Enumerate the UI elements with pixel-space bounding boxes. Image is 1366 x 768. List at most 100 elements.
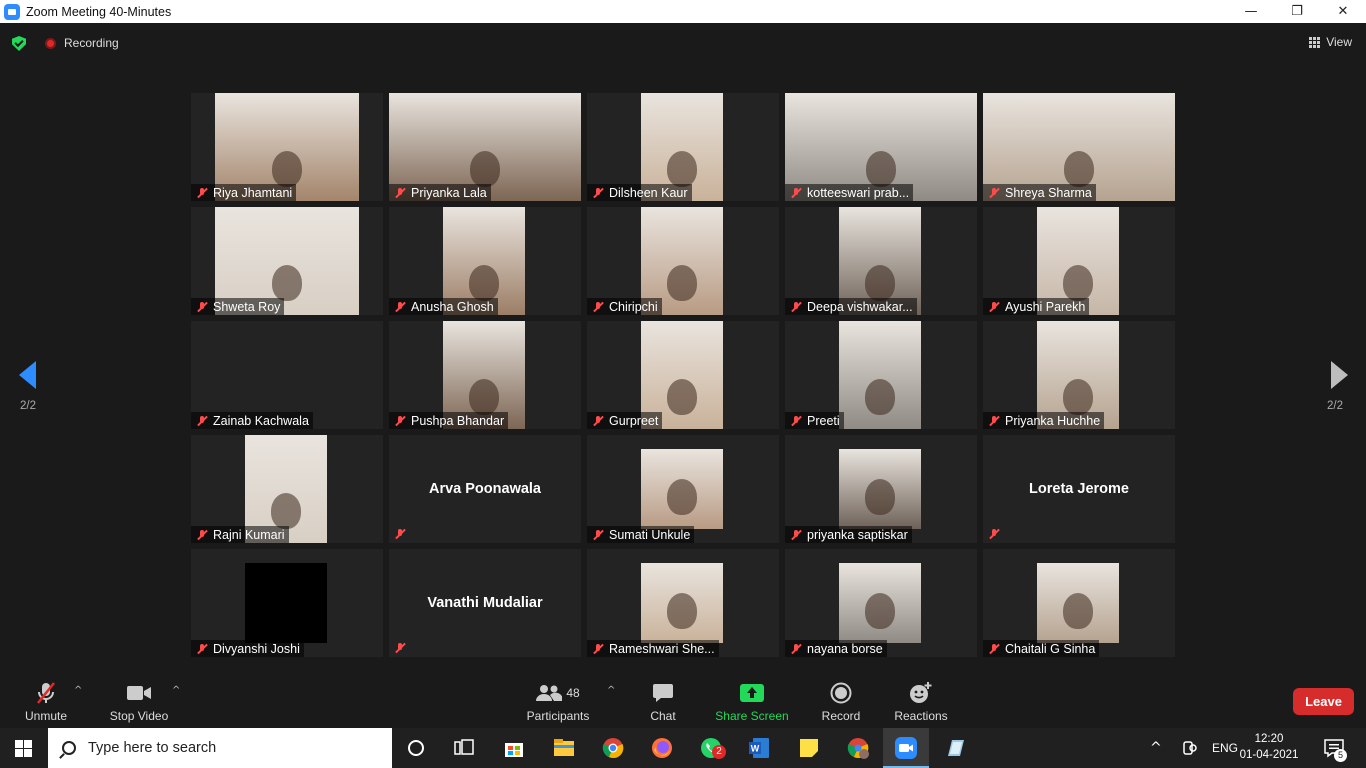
participant-namebar: Shweta Roy — [191, 298, 285, 315]
participant-tile[interactable]: Priyanka Lala — [389, 93, 581, 201]
close-button[interactable]: ✕ — [1320, 0, 1366, 23]
participant-name: kotteeswari prab... — [807, 185, 910, 200]
participant-tile[interactable]: Chiripchi — [587, 207, 779, 315]
participant-tile[interactable]: Pushpa Bhandar — [389, 321, 581, 429]
show-hidden-icons-caret[interactable]: ^ — [1150, 728, 1162, 768]
window-titlebar: Zoom Meeting 40-Minutes — ❐ ✕ — [0, 0, 1366, 23]
participant-name: Chiripchi — [609, 299, 658, 314]
muted-mic-icon — [394, 415, 406, 427]
next-page-arrow-icon[interactable] — [1331, 361, 1348, 389]
person-silhouette — [865, 479, 895, 515]
participants-button[interactable]: 48 Participants — [524, 675, 592, 728]
meet-now-icon[interactable] — [1180, 738, 1200, 758]
participant-video — [1037, 563, 1119, 643]
video-options-caret-icon[interactable]: ^ — [172, 685, 180, 696]
app-generic-icon[interactable] — [944, 736, 968, 760]
zoom-app-icon — [4, 3, 20, 20]
search-icon — [62, 741, 76, 755]
firefox-icon[interactable] — [650, 736, 674, 760]
person-silhouette — [1063, 593, 1093, 629]
windows-start-icon[interactable] — [15, 740, 32, 757]
zoom-taskbar-icon[interactable] — [894, 736, 918, 760]
participants-options-caret-icon[interactable]: ^ — [607, 685, 615, 696]
person-silhouette — [271, 493, 301, 529]
participant-tile[interactable]: Arva Poonawala — [389, 435, 581, 543]
muted-mic-icon — [790, 187, 802, 199]
taskbar-clock[interactable]: 12:20 01-04-2021 — [1238, 731, 1300, 763]
participant-tile[interactable]: Gurpreet — [587, 321, 779, 429]
grid-icon — [1309, 36, 1321, 48]
participant-tile[interactable]: Rajni Kumari — [191, 435, 383, 543]
chat-button[interactable]: Chat — [640, 675, 686, 728]
muted-mic-icon — [196, 643, 208, 655]
reactions-button[interactable]: Reactions — [892, 675, 950, 728]
participant-tile[interactable]: Sumati Unkule — [587, 435, 779, 543]
participant-tile[interactable]: Shweta Roy — [191, 207, 383, 315]
task-view-icon[interactable] — [452, 736, 476, 760]
leave-button[interactable]: Leave — [1293, 688, 1354, 715]
cortana-icon[interactable] — [404, 736, 428, 760]
participant-name: Shreya Sharma — [1005, 185, 1092, 200]
participant-tile[interactable]: kotteeswari prab... — [785, 93, 977, 201]
language-indicator[interactable]: ENG — [1212, 728, 1238, 768]
meeting-toolbar: Unmute ^ Stop Video ^ 48 Participants ^ … — [0, 675, 1366, 728]
participant-tile[interactable]: Divyanshi Joshi — [191, 549, 383, 657]
person-silhouette — [866, 151, 896, 187]
unmute-button[interactable]: Unmute — [20, 675, 72, 728]
taskbar-search-input[interactable]: Type here to search — [48, 728, 392, 768]
participant-namebar: Sumati Unkule — [587, 526, 695, 543]
participants-icon — [536, 685, 563, 701]
muted-mic-icon — [592, 301, 604, 313]
word-icon[interactable]: W — [747, 736, 771, 760]
participant-tile[interactable]: Riya Jhamtani — [191, 93, 383, 201]
participant-tile[interactable]: Anusha Ghosh — [389, 207, 581, 315]
participant-name: Chaitali G Sinha — [1005, 641, 1096, 656]
participant-namebar: nayana borse — [785, 640, 887, 657]
muted-mic-icon — [394, 642, 406, 654]
muted-mic-icon — [196, 415, 208, 427]
person-silhouette — [667, 479, 697, 515]
participant-tile[interactable]: nayana borse — [785, 549, 977, 657]
participant-video — [839, 449, 921, 529]
muted-mic-icon — [988, 643, 1000, 655]
restore-button[interactable]: ❐ — [1274, 0, 1320, 23]
share-screen-button[interactable]: Share Screen — [712, 675, 792, 728]
participant-tile[interactable]: Chaitali G Sinha — [983, 549, 1175, 657]
view-button[interactable]: View — [1309, 35, 1352, 49]
participant-namebar: Chiripchi — [587, 298, 662, 315]
person-silhouette — [865, 379, 895, 415]
person-silhouette — [272, 265, 302, 301]
chrome-icon[interactable] — [601, 736, 625, 760]
chat-bubble-icon — [652, 681, 674, 705]
muted-mic-icon — [196, 187, 208, 199]
participant-tile[interactable]: Loreta Jerome — [983, 435, 1175, 543]
minimize-button[interactable]: — — [1228, 0, 1274, 23]
smiley-plus-icon — [909, 681, 933, 705]
sticky-notes-icon[interactable] — [797, 736, 821, 760]
participant-tile[interactable]: Priyanka Huchhe — [983, 321, 1175, 429]
participant-namebar: Anusha Ghosh — [389, 298, 498, 315]
audio-options-caret-icon[interactable]: ^ — [74, 685, 82, 696]
participant-tile[interactable]: Deepa vishwakar... — [785, 207, 977, 315]
chrome-profile-icon[interactable] — [846, 736, 870, 760]
participant-video — [641, 563, 723, 643]
participant-namebar: Dilsheen Kaur — [587, 184, 692, 201]
previous-page-arrow-icon[interactable] — [19, 361, 36, 389]
muted-mic-icon — [790, 415, 802, 427]
participant-tile[interactable]: Shreya Sharma — [983, 93, 1175, 201]
participant-tile[interactable]: Zainab Kachwala — [191, 321, 383, 429]
file-explorer-icon[interactable] — [552, 736, 576, 760]
participant-tile[interactable]: Preeti — [785, 321, 977, 429]
microsoft-store-icon[interactable] — [502, 736, 526, 760]
record-button[interactable]: Record — [818, 675, 864, 728]
participant-tile[interactable]: priyanka saptiskar — [785, 435, 977, 543]
person-silhouette — [272, 151, 302, 187]
participant-tile[interactable]: Vanathi Mudaliar — [389, 549, 581, 657]
participant-tile[interactable]: Ayushi Parekh — [983, 207, 1175, 315]
participant-display-name: Vanathi Mudaliar — [427, 595, 543, 611]
participant-tile[interactable]: Rameshwari She... — [587, 549, 779, 657]
muted-mic-icon — [592, 415, 604, 427]
participant-tile[interactable]: Dilsheen Kaur — [587, 93, 779, 201]
stop-video-button[interactable]: Stop Video — [106, 675, 172, 728]
search-placeholder: Type here to search — [88, 740, 217, 756]
